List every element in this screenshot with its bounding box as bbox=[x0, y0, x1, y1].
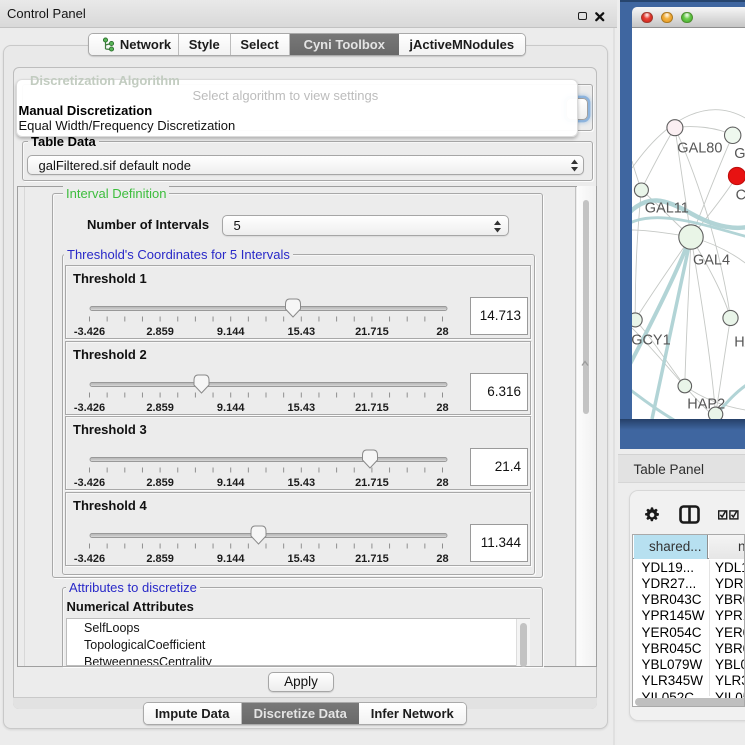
svg-text:2.859: 2.859 bbox=[146, 553, 174, 565]
svg-text:GCY1: GCY1 bbox=[632, 332, 671, 348]
svg-text:21.715: 21.715 bbox=[355, 402, 389, 414]
svg-text:2.859: 2.859 bbox=[146, 326, 174, 338]
svg-text:GAL4: GAL4 bbox=[693, 252, 730, 268]
svg-text:HA: HA bbox=[734, 334, 745, 350]
svg-text:21.715: 21.715 bbox=[355, 477, 389, 489]
svg-text:-3.426: -3.426 bbox=[74, 402, 105, 414]
svg-text:9.144: 9.144 bbox=[217, 477, 245, 489]
svg-text:-3.426: -3.426 bbox=[74, 477, 105, 489]
svg-text:9.144: 9.144 bbox=[217, 402, 245, 414]
svg-text:21.715: 21.715 bbox=[355, 553, 389, 565]
svg-text:15.43: 15.43 bbox=[288, 326, 316, 338]
svg-text:28: 28 bbox=[436, 326, 448, 338]
svg-text:28: 28 bbox=[436, 477, 448, 489]
svg-text:GAL11: GAL11 bbox=[644, 200, 688, 216]
svg-text:HAP2: HAP2 bbox=[687, 396, 725, 412]
svg-text:2.859: 2.859 bbox=[146, 477, 174, 489]
svg-text:15.43: 15.43 bbox=[288, 553, 316, 565]
svg-text:GA: GA bbox=[734, 146, 745, 162]
svg-text:-3.426: -3.426 bbox=[74, 553, 105, 565]
svg-text:15.43: 15.43 bbox=[288, 477, 316, 489]
svg-text:28: 28 bbox=[436, 402, 448, 414]
svg-text:GAL80: GAL80 bbox=[677, 140, 722, 156]
svg-text:-3.426: -3.426 bbox=[74, 326, 105, 338]
svg-text:28: 28 bbox=[436, 553, 448, 565]
svg-text:15.43: 15.43 bbox=[288, 402, 316, 414]
svg-text:9.144: 9.144 bbox=[217, 326, 245, 338]
svg-text:CY: CY bbox=[735, 187, 745, 203]
svg-text:9.144: 9.144 bbox=[217, 553, 245, 565]
svg-text:2.859: 2.859 bbox=[146, 402, 174, 414]
svg-text:21.715: 21.715 bbox=[355, 326, 389, 338]
